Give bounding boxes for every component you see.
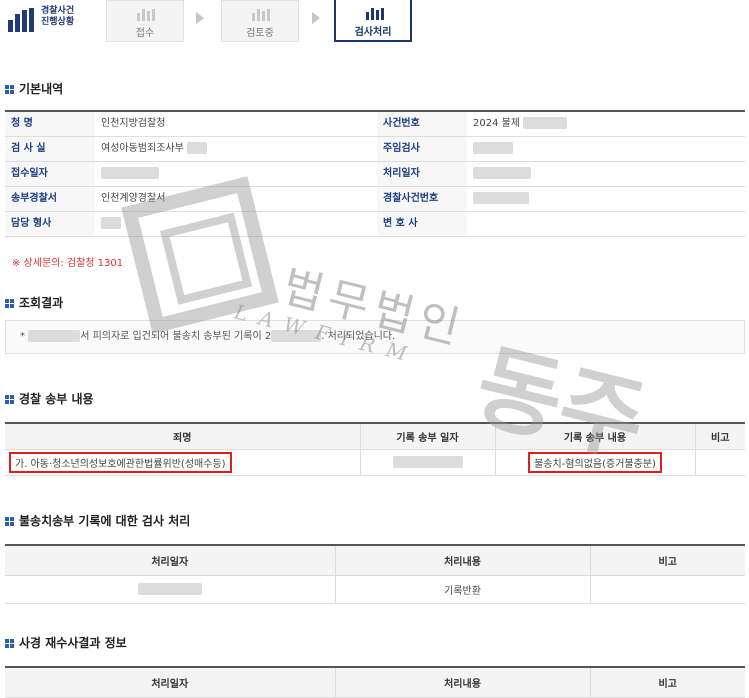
section-title-result: 조회결과 [5, 294, 63, 311]
table-row: 가. 아동·청소년의성보호에관한법률위반(성매수등) 불송치-혐의없음(증거불충… [5, 448, 745, 476]
basic-info-table: 청 명 인천지방검찰청 사건번호 2024 불제 검 사 실 여성아동범죄조사부… [5, 110, 745, 237]
column-header: 죄명 [5, 423, 361, 450]
redacted-block [271, 330, 322, 342]
column-header: 기록 송부 내용 [494, 423, 696, 450]
info-label: 처리일자 [377, 162, 467, 186]
redacted-block [187, 142, 207, 154]
step-icon [137, 9, 155, 21]
date-cell [5, 574, 336, 604]
column-header: 처리일자 [5, 667, 336, 698]
crime-cell: 가. 아동·청소년의성보호에관한법률위반(성매수등) [5, 448, 361, 476]
info-label: 주임검사 [377, 137, 467, 161]
section-title-basic: 기본내역 [5, 80, 63, 97]
info-value: 인천계양경찰서 [101, 193, 166, 204]
redacted-block [392, 456, 463, 468]
note-cell [589, 574, 745, 604]
info-row: 검 사 실 여성아동범죄조사부 주임검사 [5, 137, 745, 162]
highlighted-content: 불송치-혐의없음(증거불충분) [528, 451, 662, 473]
contact-notice: ※ 상세문의: 검찰청 1301 [12, 258, 124, 269]
column-header: 처리일자 [5, 545, 336, 576]
section-bullet-icon [5, 85, 14, 94]
step-arrow-icon [196, 12, 204, 24]
date-cell [359, 448, 496, 476]
content-cell: 불송치-혐의없음(증거불충분) [494, 448, 696, 476]
info-value: 인천지방검찰청 [101, 118, 166, 129]
column-header: 비고 [589, 667, 745, 698]
info-value: 여성아동범죄조사부 [95, 137, 377, 161]
info-value: 2024 불제 [467, 112, 745, 136]
redacted-block [101, 217, 121, 229]
column-header: 비고 [694, 423, 745, 450]
reinvestigation-table: 처리일자 처리내용 비고 [5, 666, 745, 698]
table-row: 기록반환 [5, 574, 745, 604]
info-value [467, 187, 745, 211]
info-label: 변 호 사 [377, 212, 467, 236]
step-icon [252, 9, 270, 21]
section-bullet-icon [5, 517, 14, 526]
redacted-block [473, 192, 529, 204]
step-reviewing: 검토중 [221, 0, 299, 42]
info-value [467, 212, 745, 236]
info-value [467, 137, 745, 161]
highlighted-crime: 가. 아동·청소년의성보호에관한법률위반(성매수등) [9, 451, 232, 473]
info-label: 담당 형사 [5, 212, 95, 236]
info-row: 청 명 인천지방검찰청 사건번호 2024 불제 [5, 112, 745, 137]
section-title-police: 경찰 송부 내용 [5, 390, 94, 407]
table-header-row: 처리일자 처리내용 비고 [5, 667, 745, 698]
info-value [95, 212, 377, 236]
info-label: 청 명 [5, 112, 95, 136]
step-prosecutor-disposal: 검사처리 [334, 0, 412, 42]
redacted-block [137, 583, 202, 595]
info-value [467, 162, 745, 186]
result-message: * 서 피의자로 입건되어 불송치 송부된 기록이 2. 처리되었습니다. [5, 320, 745, 354]
note-cell [694, 448, 745, 476]
step-received: 접수 [106, 0, 184, 42]
info-label: 송부경찰서 [5, 187, 95, 211]
column-header: 기록 송부 일자 [359, 423, 496, 450]
info-label: 검 사 실 [5, 137, 95, 161]
disposal-table: 처리일자 처리내용 비고 기록반환 [5, 544, 745, 604]
step-icon [366, 8, 384, 20]
progress-logo-icon [8, 8, 36, 32]
redacted-block [523, 117, 568, 129]
column-header: 비고 [589, 545, 745, 576]
section-title-disposal: 불송치송부 기록에 대한 검사 처리 [5, 512, 190, 529]
info-label: 경찰사건번호 [377, 187, 467, 211]
table-header-row: 죄명 기록 송부 일자 기록 송부 내용 비고 [5, 423, 745, 450]
info-value [95, 162, 377, 186]
redacted-block [473, 142, 513, 154]
section-bullet-icon [5, 299, 14, 308]
table-header-row: 처리일자 처리내용 비고 [5, 545, 745, 576]
progress-title: 경찰사건 진행상황 [41, 6, 75, 27]
info-label: 사건번호 [377, 112, 467, 136]
section-title-reinvestigation: 사경 재수사결과 정보 [5, 634, 127, 651]
section-bullet-icon [5, 639, 14, 648]
redacted-block [473, 167, 531, 179]
step-arrow-icon [312, 12, 320, 24]
redacted-block [28, 330, 81, 342]
police-transfer-table: 죄명 기록 송부 일자 기록 송부 내용 비고 가. 아동·청소년의성보호에관한… [5, 422, 745, 476]
info-row: 접수일자 처리일자 [5, 162, 745, 187]
redacted-block [101, 167, 159, 179]
section-bullet-icon [5, 395, 14, 404]
column-header: 처리내용 [334, 667, 591, 698]
info-row: 송부경찰서 인천계양경찰서 경찰사건번호 [5, 187, 745, 212]
info-label: 접수일자 [5, 162, 95, 186]
content-cell: 기록반환 [334, 574, 591, 604]
column-header: 처리내용 [334, 545, 591, 576]
info-row: 담당 형사 변 호 사 [5, 212, 745, 237]
